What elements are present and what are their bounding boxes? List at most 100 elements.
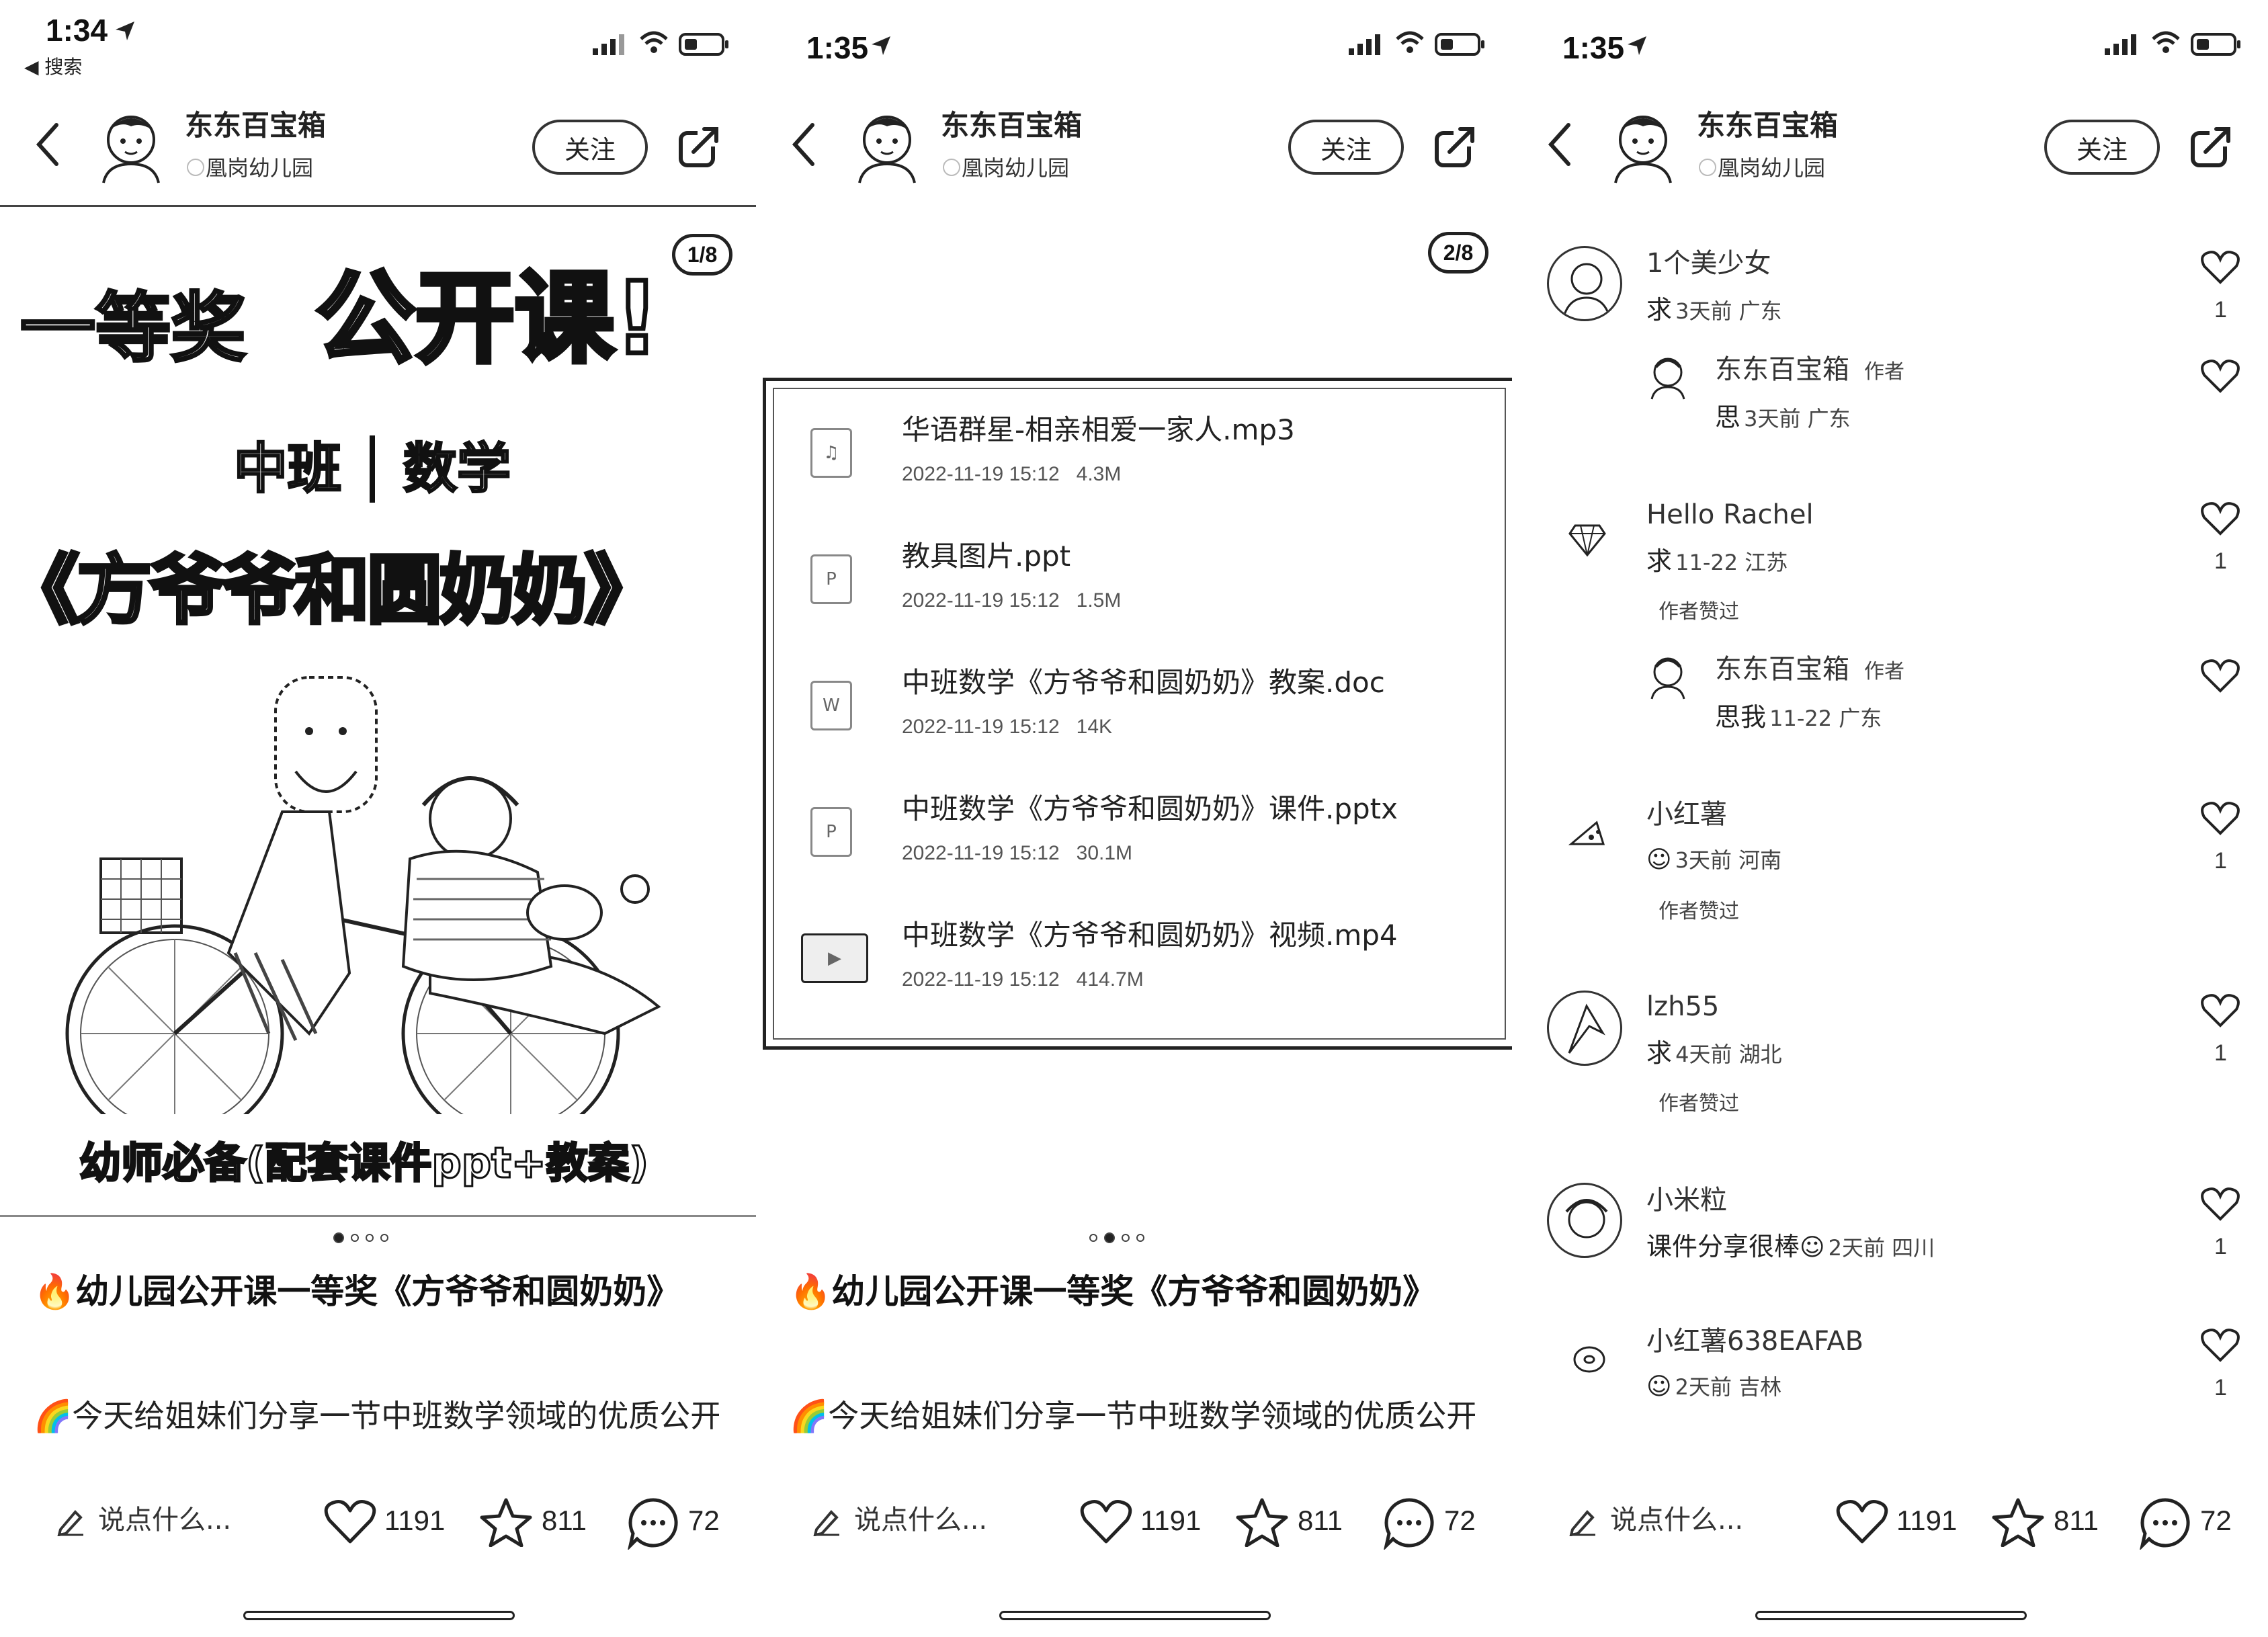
comment-like-icon[interactable] [2200,1328,2240,1363]
file-row[interactable]: P 中班数学《方爷爷和圆奶奶》课件.pptx 2022-11-19 15:12 … [774,768,1507,894]
status-time: 1:35 [806,30,869,65]
location-arrow-icon [1628,36,1646,55]
author-location: 凰岗幼儿园 [962,155,1070,181]
avatar[interactable] [1606,106,1680,184]
commenter-name[interactable]: lzh55 [1646,993,1719,1020]
commenter-name[interactable]: 小红薯 [1646,801,1727,828]
reply-meta: 3天前 广东 [1744,406,1851,431]
file-row[interactable]: ▶ 中班数学《方爷爷和圆奶奶》视频.mp4 2022-11-19 15:12 4… [774,894,1507,1021]
comment-like-icon[interactable] [2200,501,2240,536]
pizza-icon[interactable] [1567,817,1607,851]
post-title-text: 幼儿园公开课一等奖《方爷爷和圆奶奶》 [75,1272,681,1311]
back-chevron-icon[interactable] [1546,121,1572,168]
reply-avatar[interactable] [1646,653,1689,700]
back-chevron-icon[interactable] [34,121,60,168]
home-indicator[interactable] [1755,1611,2027,1620]
location-arrow-icon [116,22,134,40]
star-icon[interactable] [480,1497,532,1547]
comment-text: 课件分享很棒 [1646,1232,1800,1261]
avatar[interactable] [94,106,168,184]
back-to-search[interactable]: ◀ 搜索 [24,58,82,77]
reply-header: 东东百宝箱 作者 [1715,356,1904,383]
location-pin-icon [187,159,204,176]
commenter-name[interactable]: Hello Rachel [1646,501,1814,528]
comment-input[interactable]: 说点什么... [98,1507,231,1534]
share-icon[interactable] [1433,125,1478,169]
home-indicator[interactable] [243,1611,515,1620]
comment-like-count: 1 [2214,1234,2227,1259]
reply-like-icon[interactable] [2200,659,2240,694]
commenter-avatar[interactable] [1547,246,1622,321]
comment-like-icon[interactable] [2200,801,2240,836]
star-icon[interactable] [1992,1497,2044,1547]
follow-button[interactable]: 关注 [2044,120,2160,175]
comment-meta: 2天前 吉林 [1675,1374,1782,1400]
comment-meta: 11-22 江苏 [1675,550,1788,575]
file-size: 1.5M [1076,589,1122,612]
commenter-name[interactable]: 1个美少女 [1646,250,1771,277]
reply-like-icon[interactable] [2200,359,2240,394]
comment-input[interactable]: 说点什么... [854,1507,987,1534]
file-row[interactable]: W 中班数学《方爷爷和圆奶奶》教案.doc 2022-11-19 15:12 1… [774,642,1507,768]
heart-icon[interactable] [1836,1499,1888,1546]
carousel-dot [380,1234,388,1242]
comment-like-icon[interactable] [2200,993,2240,1028]
commenter-name[interactable]: 小米粒 [1646,1187,1727,1214]
page-indicator: 2/8 [1428,232,1488,274]
follow-button[interactable]: 关注 [1288,120,1404,175]
file-list-inner: ♫ 华语群星-相亲相爱一家人.mp3 2022-11-19 15:12 4.3M… [773,388,1506,1040]
rainbow-icon: 🌈 [34,1398,73,1434]
commenter-avatar[interactable] [1547,991,1622,1066]
comment-bubble-icon[interactable] [1382,1496,1436,1550]
comment-input[interactable]: 说点什么... [1610,1507,1743,1534]
post-description[interactable]: 🌈今天给姐妹们分享一节中班数学领域的优质公开课《方爷爷和圆奶奶》 [34,1389,719,1436]
commenter-name[interactable]: 小红薯638EAFAB [1646,1328,1863,1355]
comment-text: 求 [1646,1038,1673,1068]
file-date: 2022-11-19 15:12 [902,716,1060,738]
status-time: 1:34 [46,13,108,48]
author-location: 凰岗幼儿园 [1718,155,1826,181]
share-icon[interactable] [677,125,722,169]
comment-like-icon[interactable] [2200,1187,2240,1222]
star-icon[interactable] [1236,1497,1288,1547]
comment-bubble-icon[interactable] [626,1496,680,1550]
file-list-card: ♫ 华语群星-相亲相爱一家人.mp3 2022-11-19 15:12 4.3M… [763,378,1516,1050]
reply-author-name[interactable]: 东东百宝箱 [1715,654,1849,685]
battery-icon [679,33,728,56]
avatar[interactable] [850,106,924,184]
comment-like-icon[interactable] [2200,250,2240,285]
back-chevron-icon[interactable] [790,121,816,168]
author-name[interactable]: 东东百宝箱 [941,112,1082,140]
diamond-icon[interactable] [1567,519,1607,559]
author-name[interactable]: 东东百宝箱 [1697,112,1838,140]
carousel-dot [1136,1234,1144,1242]
file-date: 2022-11-19 15:12 [902,842,1060,864]
donut-icon[interactable] [1571,1341,1607,1378]
file-row[interactable]: ♫ 华语群星-相亲相爱一家人.mp3 2022-11-19 15:12 4.3M [774,389,1507,515]
follow-button[interactable]: 关注 [532,120,648,175]
carousel-dot [366,1234,374,1242]
file-name: 中班数学《方爷爷和圆奶奶》教案.doc [902,666,1385,699]
reply-author-name[interactable]: 东东百宝箱 [1715,354,1849,385]
heart-icon[interactable] [1080,1499,1132,1546]
comment-body: ☺ 2天前 吉林 [1646,1375,1781,1399]
like-count: 1191 [1896,1505,1958,1536]
comment-like-count: 1 [2214,548,2227,574]
author-name[interactable]: 东东百宝箱 [185,112,326,140]
file-size: 4.3M [1076,463,1122,485]
award-text: 一等奖 [19,284,247,372]
comment-text: 求 [1646,546,1673,576]
home-indicator[interactable] [999,1611,1271,1620]
location-arrow-icon [872,36,890,55]
post-description[interactable]: 🌈今天给姐妹们分享一节中班数学领域的优质公开课《方爷爷和圆奶奶》 [790,1389,1475,1436]
comment-like-count: 1 [2214,297,2227,323]
commenter-avatar[interactable] [1547,1183,1622,1258]
heart-icon[interactable] [324,1499,376,1546]
file-row[interactable]: P 教具图片.ppt 2022-11-19 15:12 1.5M [774,515,1507,642]
comment-bubble-icon[interactable] [2138,1496,2192,1550]
share-icon[interactable] [2189,125,2234,169]
reply-avatar[interactable] [1646,353,1689,401]
comment-body: 求 11-22 江苏 [1646,548,1788,574]
cover-image[interactable]: 1/8 一等奖 公开课! 中班 数学 《方爷爷和圆奶奶》 幼师必备(配套课件pp… [0,205,756,1217]
wifi-icon [1396,31,1424,53]
